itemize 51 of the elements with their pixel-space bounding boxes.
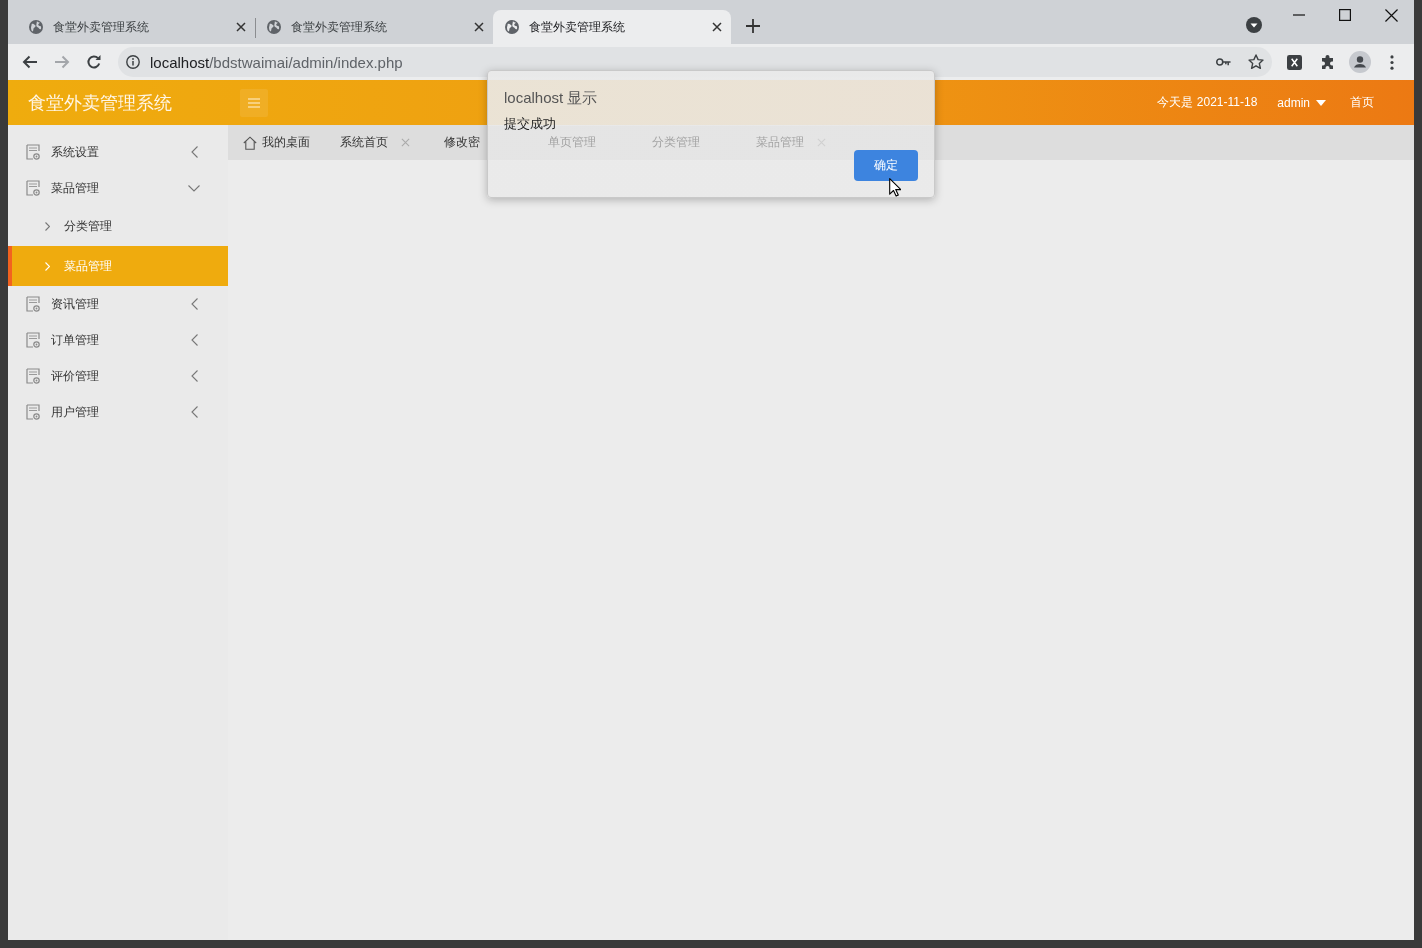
address-bar[interactable]: localhost/bdstwaimai/admin/index.php [118, 47, 1272, 77]
page-tab[interactable]: 我的桌面 [228, 125, 325, 160]
page-tab[interactable]: 系统首页 [325, 125, 429, 160]
app-title: 食堂外卖管理系统 [28, 92, 172, 113]
browser-tab[interactable]: 食堂外卖管理系统 [17, 10, 255, 44]
mouse-pointer-icon [889, 178, 901, 197]
globe-icon [267, 20, 281, 34]
extension-icon[interactable] [1287, 54, 1302, 70]
browser-tab[interactable]: 食堂外卖管理系统 [493, 10, 731, 44]
sidebar-item[interactable]: 菜品管理 [8, 170, 228, 206]
reload-icon[interactable] [86, 54, 102, 70]
sidebar-item[interactable]: 评价管理 [8, 358, 228, 394]
ok-button[interactable]: 确定 [854, 150, 918, 181]
avatar-icon[interactable] [1349, 51, 1371, 73]
maximize-icon[interactable] [1339, 9, 1351, 21]
key-icon[interactable] [1216, 57, 1231, 67]
document-icon [26, 296, 40, 312]
back-arrow-icon[interactable] [22, 54, 38, 70]
sidebar-item[interactable]: 订单管理 [8, 322, 228, 358]
close-icon[interactable] [1384, 8, 1398, 22]
sidebar-item[interactable]: 系统设置 [8, 134, 228, 170]
menu-toggle-button[interactable] [240, 88, 268, 117]
globe-icon [505, 20, 519, 34]
close-icon[interactable] [474, 22, 484, 32]
more-menu-icon[interactable] [1390, 54, 1394, 70]
document-icon [26, 144, 40, 160]
star-icon[interactable] [1248, 54, 1264, 70]
caret-icon[interactable] [1316, 99, 1326, 106]
close-icon[interactable] [712, 22, 722, 32]
document-icon [26, 180, 40, 196]
chevron-right-icon [45, 221, 50, 231]
close-icon[interactable] [236, 22, 246, 32]
browser-tab[interactable]: 食堂外卖管理系统 [255, 10, 493, 44]
document-icon [26, 368, 40, 384]
menu-icon [248, 97, 260, 108]
tab-search-icon[interactable] [1246, 17, 1262, 33]
sidebar-subitem[interactable]: 分类管理 [8, 206, 228, 246]
home-icon [243, 135, 257, 150]
sidebar-item[interactable]: 用户管理 [8, 394, 228, 430]
puzzle-icon[interactable] [1320, 54, 1336, 70]
sidebar-item[interactable]: 资讯管理 [8, 286, 228, 322]
document-icon [26, 332, 40, 348]
dialog-title: localhost 显示 [504, 89, 598, 107]
document-icon [26, 404, 40, 420]
chevron-right-icon [45, 261, 50, 271]
new-tab-plus-icon[interactable] [746, 19, 760, 33]
date-text: 今天是 2021-11-18 [1157, 94, 1258, 111]
info-icon[interactable] [126, 55, 140, 69]
forward-arrow-icon [54, 54, 70, 70]
dialog-message: 提交成功 [504, 116, 556, 132]
globe-icon [29, 20, 43, 34]
